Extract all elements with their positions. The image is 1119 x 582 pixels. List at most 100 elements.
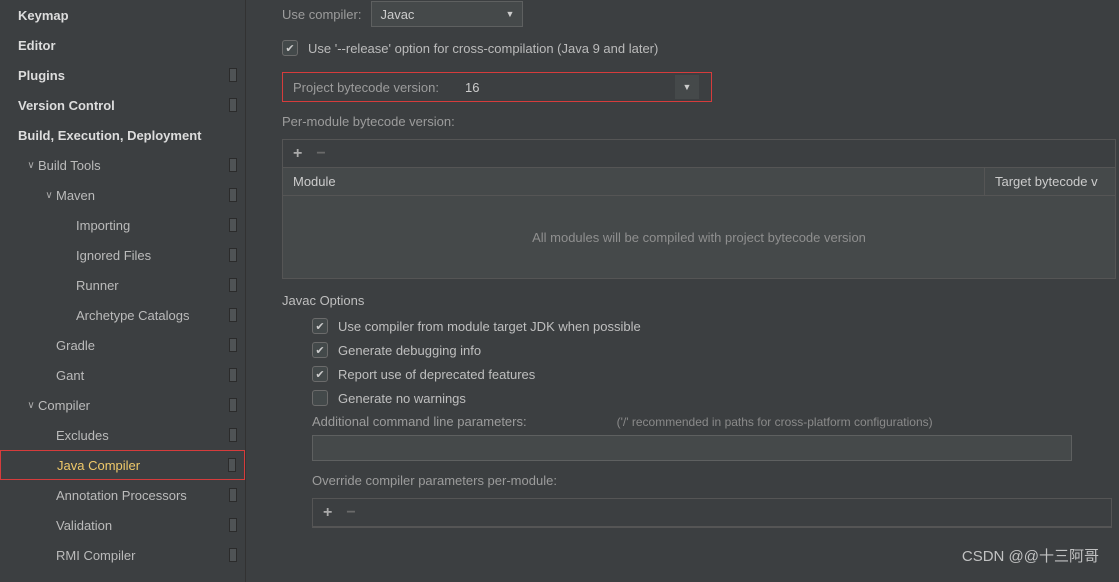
- checkbox[interactable]: ✔: [312, 366, 328, 382]
- sidebar-item-label: Plugins: [18, 68, 225, 83]
- use-compiler-label: Use compiler:: [282, 7, 361, 22]
- sidebar-item-label: Gradle: [56, 338, 225, 353]
- sidebar-item-runner[interactable]: Runner: [0, 270, 245, 300]
- additional-params-hint: ('/' recommended in paths for cross-plat…: [617, 415, 933, 429]
- col-module[interactable]: Module: [283, 168, 985, 195]
- sidebar-item-validation[interactable]: Validation: [0, 510, 245, 540]
- sidebar-item-maven[interactable]: ∨Maven: [0, 180, 245, 210]
- additional-params-label: Additional command line parameters:: [312, 414, 527, 429]
- option-label: Generate debugging info: [338, 343, 481, 358]
- settings-main-panel: Use compiler: Javac ▼ ✔ Use '--release' …: [246, 0, 1119, 582]
- scope-indicator-icon: [229, 338, 237, 352]
- project-bytecode-dropdown[interactable]: 16 ▼: [457, 73, 707, 101]
- scope-indicator-icon: [228, 458, 236, 472]
- remove-button[interactable]: −: [346, 504, 355, 522]
- sidebar-item-version-control[interactable]: Version Control: [0, 90, 245, 120]
- scope-indicator-icon: [229, 158, 237, 172]
- scope-indicator-icon: [229, 548, 237, 562]
- override-label: Override compiler parameters per-module:: [312, 473, 1119, 488]
- remove-button[interactable]: −: [316, 145, 325, 163]
- sidebar-item-label: RMI Compiler: [56, 548, 225, 563]
- use-compiler-value: Javac: [380, 7, 414, 22]
- sidebar-item-label: Version Control: [18, 98, 225, 113]
- use-compiler-dropdown[interactable]: Javac ▼: [371, 1, 523, 27]
- scope-indicator-icon: [229, 98, 237, 112]
- scope-indicator-icon: [229, 518, 237, 532]
- chevron-down-icon: ∨: [42, 190, 56, 201]
- sidebar-item-importing[interactable]: Importing: [0, 210, 245, 240]
- scope-indicator-icon: [229, 368, 237, 382]
- sidebar-item-label: Ignored Files: [76, 248, 225, 263]
- additional-params-input[interactable]: [312, 435, 1072, 461]
- option-label: Report use of deprecated features: [338, 367, 535, 382]
- sidebar-item-label: Build, Execution, Deployment: [18, 128, 237, 143]
- project-bytecode-label: Project bytecode version:: [293, 80, 439, 95]
- javac-option-row: ✔ Generate debugging info: [282, 342, 1119, 358]
- sidebar-item-compiler[interactable]: ∨Compiler: [0, 390, 245, 420]
- checkbox[interactable]: ✔: [312, 342, 328, 358]
- sidebar-item-label: Compiler: [38, 398, 225, 413]
- chevron-down-icon: ∨: [24, 400, 38, 411]
- sidebar-item-rmi-compiler[interactable]: RMI Compiler: [0, 540, 245, 570]
- release-option-label: Use '--release' option for cross-compila…: [308, 41, 658, 56]
- sidebar-item-annotation-processors[interactable]: Annotation Processors: [0, 480, 245, 510]
- sidebar-item-label: Runner: [76, 278, 225, 293]
- col-target[interactable]: Target bytecode v: [985, 168, 1115, 195]
- scope-indicator-icon: [229, 68, 237, 82]
- table-toolbar: + −: [283, 140, 1115, 168]
- sidebar-item-label: Archetype Catalogs: [76, 308, 225, 323]
- option-label: Use compiler from module target JDK when…: [338, 319, 641, 334]
- sidebar-item-java-compiler[interactable]: Java Compiler: [0, 450, 245, 480]
- sidebar-item-label: Java Compiler: [57, 458, 224, 473]
- sidebar-item-label: Editor: [18, 38, 237, 53]
- option-label: Generate no warnings: [338, 391, 466, 406]
- scope-indicator-icon: [229, 248, 237, 262]
- sidebar-item-label: Gant: [56, 368, 225, 383]
- sidebar-item-label: Keymap: [18, 8, 237, 23]
- sidebar-item-label: Build Tools: [38, 158, 225, 173]
- sidebar-item-label: Validation: [56, 518, 225, 533]
- add-button[interactable]: +: [293, 145, 302, 163]
- scope-indicator-icon: [229, 218, 237, 232]
- sidebar-item-label: Maven: [56, 188, 225, 203]
- chevron-down-icon: ▼: [506, 9, 515, 19]
- table-body-empty: All modules will be compiled with projec…: [283, 196, 1115, 278]
- javac-option-row: ✔ Report use of deprecated features: [282, 366, 1119, 382]
- sidebar-item-excludes[interactable]: Excludes: [0, 420, 245, 450]
- javac-option-row: ✔ Generate no warnings: [282, 390, 1119, 406]
- sidebar-item-label: Importing: [76, 218, 225, 233]
- project-bytecode-row: Project bytecode version: 16 ▼: [282, 72, 712, 102]
- checkbox[interactable]: ✔: [312, 318, 328, 334]
- chevron-down-icon: ▼: [675, 75, 699, 99]
- scope-indicator-icon: [229, 188, 237, 202]
- javac-option-row: ✔ Use compiler from module target JDK whe…: [282, 318, 1119, 334]
- sidebar-item-plugins[interactable]: Plugins: [0, 60, 245, 90]
- release-option-checkbox[interactable]: ✔: [282, 40, 298, 56]
- scope-indicator-icon: [229, 488, 237, 502]
- project-bytecode-value: 16: [465, 80, 479, 95]
- sidebar-item-editor[interactable]: Editor: [0, 30, 245, 60]
- scope-indicator-icon: [229, 308, 237, 322]
- sidebar-item-keymap[interactable]: Keymap: [0, 0, 245, 30]
- add-button[interactable]: +: [323, 504, 332, 522]
- per-module-label: Per-module bytecode version:: [282, 114, 1119, 129]
- sidebar-item-ignored-files[interactable]: Ignored Files: [0, 240, 245, 270]
- settings-sidebar: Keymap Editor Plugins Version Control Build,…: [0, 0, 246, 582]
- per-module-table: + − Module Target bytecode v All modules…: [282, 139, 1116, 279]
- sidebar-item-build-tools[interactable]: ∨Build Tools: [0, 150, 245, 180]
- override-table: + −: [312, 498, 1112, 528]
- checkbox[interactable]: ✔: [312, 390, 328, 406]
- scope-indicator-icon: [229, 428, 237, 442]
- table-header: Module Target bytecode v: [283, 168, 1115, 196]
- sidebar-item-build-execution-deployment[interactable]: Build, Execution, Deployment: [0, 120, 245, 150]
- sidebar-item-gant[interactable]: Gant: [0, 360, 245, 390]
- scope-indicator-icon: [229, 398, 237, 412]
- watermark: CSDN @@十三阿哥: [962, 545, 1099, 566]
- sidebar-item-label: Excludes: [56, 428, 225, 443]
- sidebar-item-archetype-catalogs[interactable]: Archetype Catalogs: [0, 300, 245, 330]
- chevron-down-icon: ∨: [24, 160, 38, 171]
- sidebar-item-label: Annotation Processors: [56, 488, 225, 503]
- javac-options-title: Javac Options: [282, 293, 1119, 308]
- sidebar-item-gradle[interactable]: Gradle: [0, 330, 245, 360]
- override-toolbar: + −: [313, 499, 1111, 527]
